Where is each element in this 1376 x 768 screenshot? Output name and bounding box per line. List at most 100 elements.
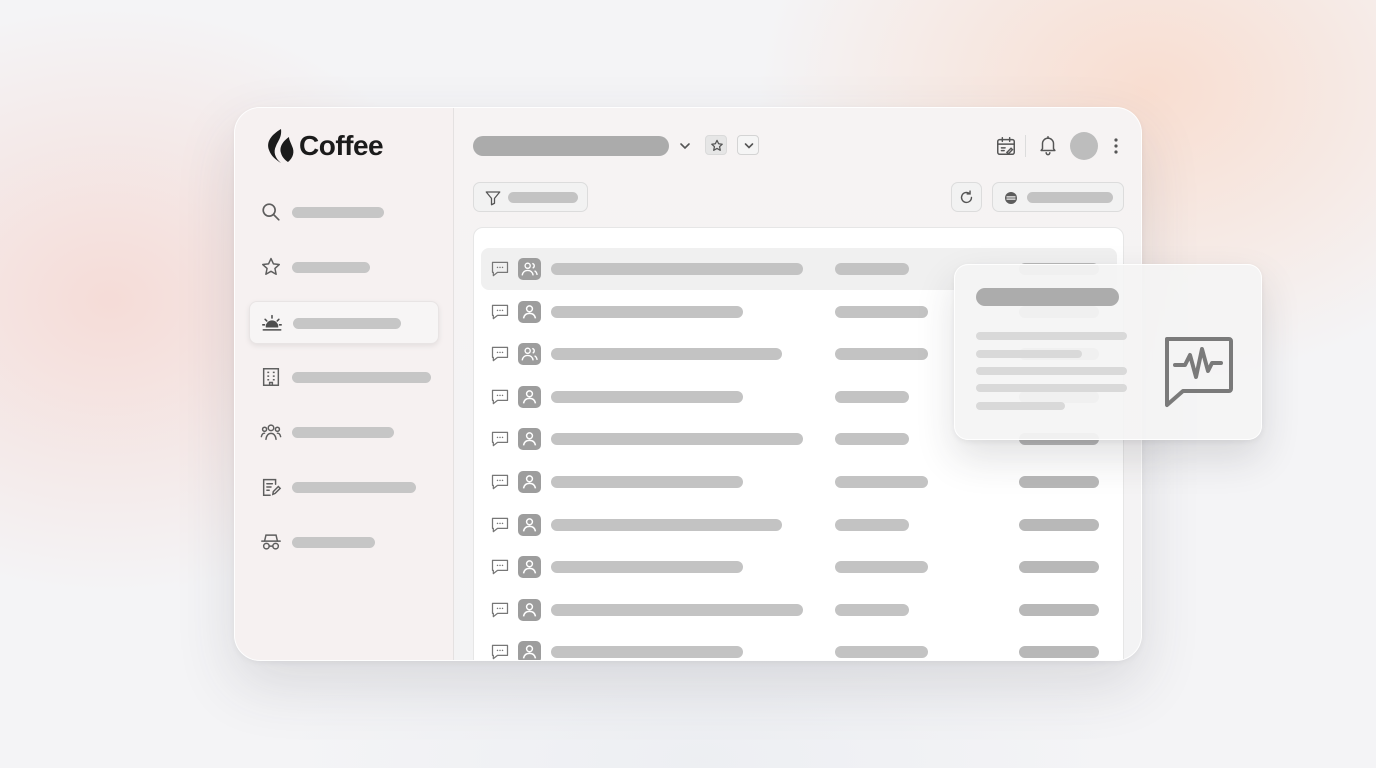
cell-owner xyxy=(835,390,909,403)
cell-name xyxy=(551,348,782,361)
comment-icon[interactable] xyxy=(490,429,510,449)
page-title xyxy=(473,136,669,156)
group-avatar-icon xyxy=(518,258,541,280)
chat-activity-icon xyxy=(1165,337,1233,407)
sunrise-icon xyxy=(262,314,282,331)
avatar[interactable] xyxy=(1070,132,1098,160)
cell-date xyxy=(1019,646,1099,659)
more-vertical-icon[interactable] xyxy=(1109,136,1123,156)
sidebar: Coffee xyxy=(235,108,454,660)
app-name: Coffee xyxy=(299,130,384,161)
sidebar-item-search[interactable] xyxy=(249,191,439,234)
filter-icon xyxy=(485,191,501,206)
search-icon xyxy=(262,203,280,221)
user-avatar-icon xyxy=(518,641,541,660)
edit-note-icon xyxy=(262,478,282,496)
cell-owner xyxy=(835,348,928,361)
sidebar-item-notes[interactable] xyxy=(249,466,439,509)
cell-owner xyxy=(835,646,928,659)
cell-name xyxy=(551,305,743,318)
refresh-icon xyxy=(960,190,973,204)
table-row[interactable] xyxy=(481,546,1117,588)
popover-title xyxy=(976,288,1119,306)
cell-date xyxy=(1019,476,1099,488)
cell-owner xyxy=(835,561,928,574)
incognito-icon xyxy=(261,534,281,550)
comment-icon[interactable] xyxy=(490,600,510,620)
popover-line xyxy=(976,367,1127,375)
comment-icon[interactable] xyxy=(490,515,510,535)
user-avatar-icon xyxy=(518,385,541,408)
cell-date xyxy=(1019,603,1099,616)
table-row[interactable] xyxy=(481,504,1117,546)
cell-owner xyxy=(835,603,909,616)
filter-label xyxy=(508,192,578,203)
sidebar-item-label xyxy=(292,482,416,493)
refresh-button[interactable] xyxy=(951,182,982,212)
user-avatar-icon xyxy=(518,428,541,451)
sidebar-item-today[interactable] xyxy=(249,301,439,344)
cell-date xyxy=(1019,561,1099,574)
bell-icon[interactable] xyxy=(1037,134,1059,156)
building-icon xyxy=(262,368,280,386)
sidebar-item-label xyxy=(292,262,370,273)
header-divider xyxy=(1025,135,1026,157)
user-avatar-icon xyxy=(518,471,541,493)
comment-icon[interactable] xyxy=(490,387,510,407)
sidebar-item-label xyxy=(293,318,401,329)
coffee-flame-logo-icon xyxy=(268,129,294,163)
cell-name xyxy=(551,603,803,616)
sidebar-item-label xyxy=(292,372,431,383)
sidebar-item-starred[interactable] xyxy=(249,246,439,289)
group-avatar-icon xyxy=(518,343,541,366)
table-row[interactable] xyxy=(481,461,1117,503)
star-icon xyxy=(711,139,723,151)
team-icon xyxy=(260,424,282,441)
comment-icon[interactable] xyxy=(490,557,510,577)
sidebar-item-label xyxy=(292,537,375,548)
popover-line xyxy=(976,332,1127,340)
user-avatar-icon xyxy=(518,598,541,621)
cell-name xyxy=(551,646,743,659)
table-row[interactable] xyxy=(481,589,1117,631)
popover-line xyxy=(976,402,1065,410)
app-logo[interactable]: Coffee xyxy=(265,128,384,164)
cell-name xyxy=(551,561,743,574)
cell-owner xyxy=(835,476,928,488)
popover-line xyxy=(976,384,1127,392)
cell-owner xyxy=(835,433,909,446)
user-avatar-icon xyxy=(518,300,541,323)
table-row[interactable] xyxy=(481,631,1117,661)
comment-icon[interactable] xyxy=(490,472,510,492)
group-view-button[interactable] xyxy=(992,182,1124,212)
favorite-button[interactable] xyxy=(705,135,727,155)
user-avatar-icon xyxy=(518,556,541,579)
calendar-icon[interactable] xyxy=(995,135,1017,157)
user-avatar-icon xyxy=(518,513,541,536)
cell-name xyxy=(551,263,803,275)
comment-icon[interactable] xyxy=(490,642,510,661)
cell-owner xyxy=(835,518,909,531)
cell-name xyxy=(551,518,782,531)
comment-icon[interactable] xyxy=(490,259,510,279)
cell-name xyxy=(551,476,743,488)
view-dropdown-button[interactable] xyxy=(737,135,759,155)
star-icon xyxy=(262,257,280,275)
sidebar-item-companies[interactable] xyxy=(249,356,439,399)
comment-icon[interactable] xyxy=(490,344,510,364)
cell-owner xyxy=(835,263,909,275)
group-view-label xyxy=(1027,192,1113,203)
sidebar-item-private[interactable] xyxy=(249,521,439,564)
layers-icon xyxy=(1005,192,1017,204)
comment-icon[interactable] xyxy=(490,302,510,322)
cell-name xyxy=(551,433,803,446)
popover-line xyxy=(976,350,1082,358)
filter-button[interactable] xyxy=(473,182,588,212)
cell-date xyxy=(1019,518,1099,531)
sidebar-item-label xyxy=(292,207,384,218)
record-preview-popover xyxy=(954,264,1262,440)
chevron-down-icon xyxy=(744,143,754,149)
sidebar-item-label xyxy=(292,427,394,438)
chevron-down-icon[interactable] xyxy=(677,138,693,154)
sidebar-item-people[interactable] xyxy=(249,411,439,454)
